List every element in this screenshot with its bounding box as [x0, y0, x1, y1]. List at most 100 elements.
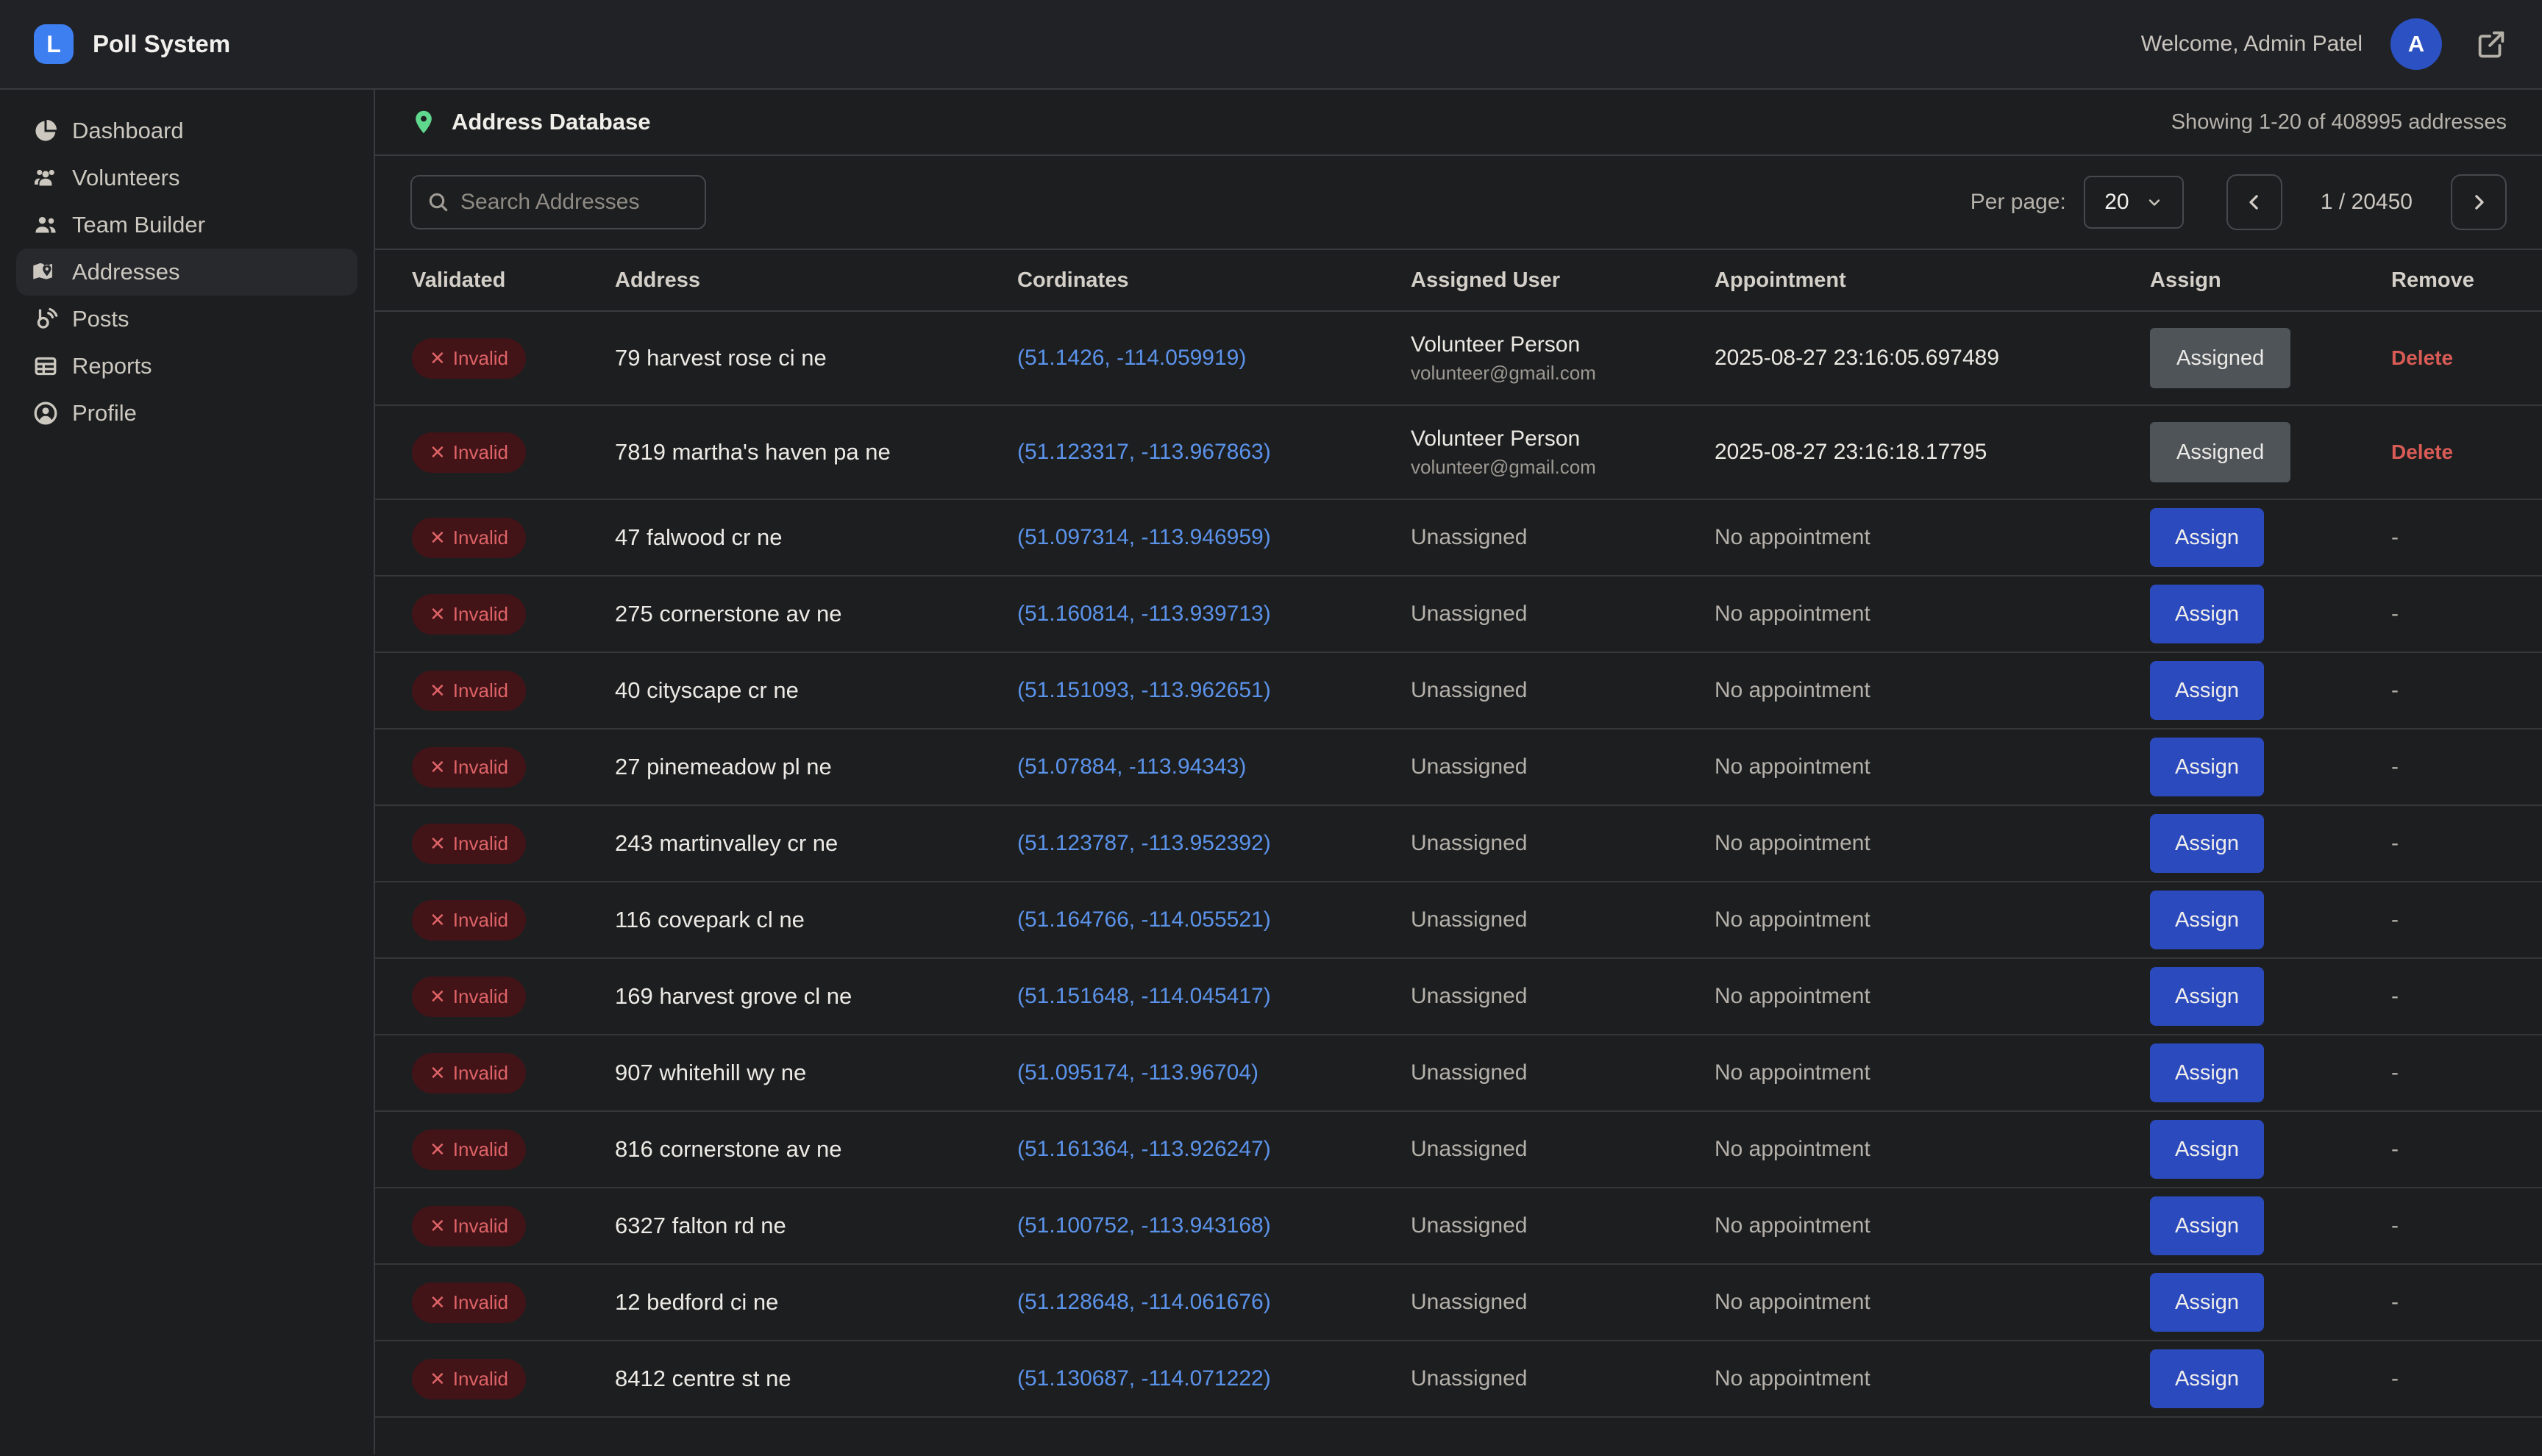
assign-button[interactable]: Assign: [2150, 1196, 2264, 1255]
table-row: ✕ Invalid 275 cornerstone av ne (51.1608…: [375, 577, 2542, 653]
external-link-icon[interactable]: [2474, 27, 2508, 61]
appointment-cell: No appointment: [1715, 1137, 2150, 1162]
sidebar-item-volunteers[interactable]: Volunteers: [16, 154, 357, 201]
assign-button[interactable]: Assign: [2150, 967, 2264, 1026]
coordinates-link[interactable]: (51.123787, -113.952392): [1017, 831, 1271, 855]
chevron-down-icon: [2146, 193, 2163, 211]
assign-button[interactable]: Assign: [2150, 1043, 2264, 1102]
next-page-button[interactable]: [2451, 174, 2507, 230]
sidebar-item-label: Volunteers: [72, 165, 180, 191]
sidebar-item-team-builder[interactable]: Team Builder: [16, 201, 357, 249]
status-badge: ✕ Invalid: [412, 1359, 526, 1399]
coordinates-link[interactable]: (51.1426, -114.059919): [1017, 346, 1246, 370]
assigned-user-cell: Unassigned: [1411, 678, 1715, 703]
sidebar-item-reports[interactable]: Reports: [16, 343, 357, 390]
assign-button[interactable]: Assign: [2150, 814, 2264, 873]
per-page-select[interactable]: 20: [2084, 176, 2184, 229]
assign-button[interactable]: Assign: [2150, 508, 2264, 567]
coordinates-link[interactable]: (51.160814, -113.939713): [1017, 602, 1271, 626]
coordinates-link[interactable]: (51.130687, -114.071222): [1017, 1366, 1271, 1391]
remove-dash: -: [2391, 984, 2399, 1008]
people-group-icon: [32, 165, 59, 191]
assign-button[interactable]: Assign: [2150, 891, 2264, 949]
coordinates-link[interactable]: (51.07884, -113.94343): [1017, 754, 1246, 779]
appointment-cell: No appointment: [1715, 1060, 2150, 1085]
address-cell: 40 cityscape cr ne: [615, 677, 1017, 704]
sidebar-item-addresses[interactable]: Addresses: [16, 249, 357, 296]
appointment-cell: No appointment: [1715, 525, 2150, 550]
remove-cell: Delete: [2391, 440, 2542, 464]
avatar[interactable]: A: [2390, 18, 2442, 70]
remove-dash: -: [2391, 1137, 2399, 1161]
table-row: ✕ Invalid 116 covepark cl ne (51.164766,…: [375, 882, 2542, 959]
coordinates-link[interactable]: (51.164766, -114.055521): [1017, 907, 1271, 932]
assign-button[interactable]: Assign: [2150, 1349, 2264, 1408]
remove-cell: -: [2391, 602, 2542, 627]
validated-cell: ✕ Invalid: [412, 594, 615, 635]
column-assign: Assign: [2150, 268, 2391, 293]
coordinates-link[interactable]: (51.097314, -113.946959): [1017, 525, 1271, 549]
coordinates-link[interactable]: (51.123317, -113.967863): [1017, 440, 1271, 464]
remove-dash: -: [2391, 907, 2399, 932]
assigned-user-cell: Unassigned: [1411, 907, 1715, 932]
map-icon: [32, 259, 59, 285]
status-badge: ✕ Invalid: [412, 518, 526, 558]
sidebar-item-profile[interactable]: Profile: [16, 390, 357, 437]
validated-cell: ✕ Invalid: [412, 1359, 615, 1399]
sidebar-item-label: Addresses: [72, 259, 179, 285]
coordinates-link[interactable]: (51.161364, -113.926247): [1017, 1137, 1271, 1161]
assign-button[interactable]: Assign: [2150, 1273, 2264, 1332]
remove-dash: -: [2391, 602, 2399, 626]
remove-dash: -: [2391, 1366, 2399, 1391]
appointment-cell: 2025-08-27 23:16:18.17795: [1715, 440, 2150, 465]
assign-cell: Assign: [2150, 508, 2391, 567]
assign-cell: Assigned: [2150, 328, 2391, 388]
prev-page-button[interactable]: [2226, 174, 2282, 230]
table-row: ✕ Invalid 40 cityscape cr ne (51.151093,…: [375, 653, 2542, 729]
delete-link[interactable]: Delete: [2391, 440, 2453, 463]
map-pin-icon: [410, 109, 437, 135]
address-cell: 6327 falton rd ne: [615, 1213, 1017, 1239]
remove-cell: -: [2391, 1060, 2542, 1085]
coordinates-link[interactable]: (51.151093, -113.962651): [1017, 678, 1271, 702]
validated-cell: ✕ Invalid: [412, 1053, 615, 1093]
appointment-cell: No appointment: [1715, 1213, 2150, 1238]
assigned-button[interactable]: Assigned: [2150, 328, 2290, 388]
assign-button[interactable]: Assign: [2150, 661, 2264, 720]
validated-cell: ✕ Invalid: [412, 900, 615, 941]
delete-link[interactable]: Delete: [2391, 346, 2453, 369]
sidebar-item-dashboard[interactable]: Dashboard: [16, 107, 357, 154]
assign-button[interactable]: Assign: [2150, 1120, 2264, 1179]
status-badge: ✕ Invalid: [412, 1053, 526, 1093]
sidebar-item-posts[interactable]: Posts: [16, 296, 357, 343]
status-badge: ✕ Invalid: [412, 1282, 526, 1323]
coordinates-link[interactable]: (51.100752, -113.943168): [1017, 1213, 1271, 1238]
assign-cell: Assign: [2150, 967, 2391, 1026]
table-row: ✕ Invalid 816 cornerstone av ne (51.1613…: [375, 1112, 2542, 1188]
x-icon: ✕: [430, 527, 446, 549]
remove-cell: Delete: [2391, 346, 2542, 370]
assigned-user-cell: Unassigned: [1411, 754, 1715, 779]
table-row: ✕ Invalid 27 pinemeadow pl ne (51.07884,…: [375, 729, 2542, 806]
assign-button[interactable]: Assign: [2150, 738, 2264, 796]
search-input[interactable]: [460, 190, 690, 215]
status-badge: ✕ Invalid: [412, 432, 526, 473]
assigned-button[interactable]: Assigned: [2150, 422, 2290, 482]
validated-cell: ✕ Invalid: [412, 1282, 615, 1323]
coordinates-link[interactable]: (51.128648, -114.061676): [1017, 1290, 1271, 1314]
address-cell: 47 falwood cr ne: [615, 524, 1017, 551]
chevron-left-icon: [2243, 191, 2265, 213]
assign-cell: Assign: [2150, 814, 2391, 873]
table-row: ✕ Invalid 12 bedford ci ne (51.128648, -…: [375, 1265, 2542, 1341]
x-icon: ✕: [430, 1368, 446, 1391]
remove-dash: -: [2391, 754, 2399, 779]
assign-cell: Assign: [2150, 1196, 2391, 1255]
coordinates-link[interactable]: (51.151648, -114.045417): [1017, 984, 1271, 1008]
x-icon: ✕: [430, 603, 446, 626]
coordinates-link[interactable]: (51.095174, -113.96704): [1017, 1060, 1258, 1085]
column-validated: Validated: [412, 268, 615, 293]
person-circle-icon: [32, 400, 59, 427]
assign-button[interactable]: Assign: [2150, 585, 2264, 643]
table-row: ✕ Invalid 169 harvest grove cl ne (51.15…: [375, 959, 2542, 1035]
table-row: ✕ Invalid 243 martinvalley cr ne (51.123…: [375, 806, 2542, 882]
